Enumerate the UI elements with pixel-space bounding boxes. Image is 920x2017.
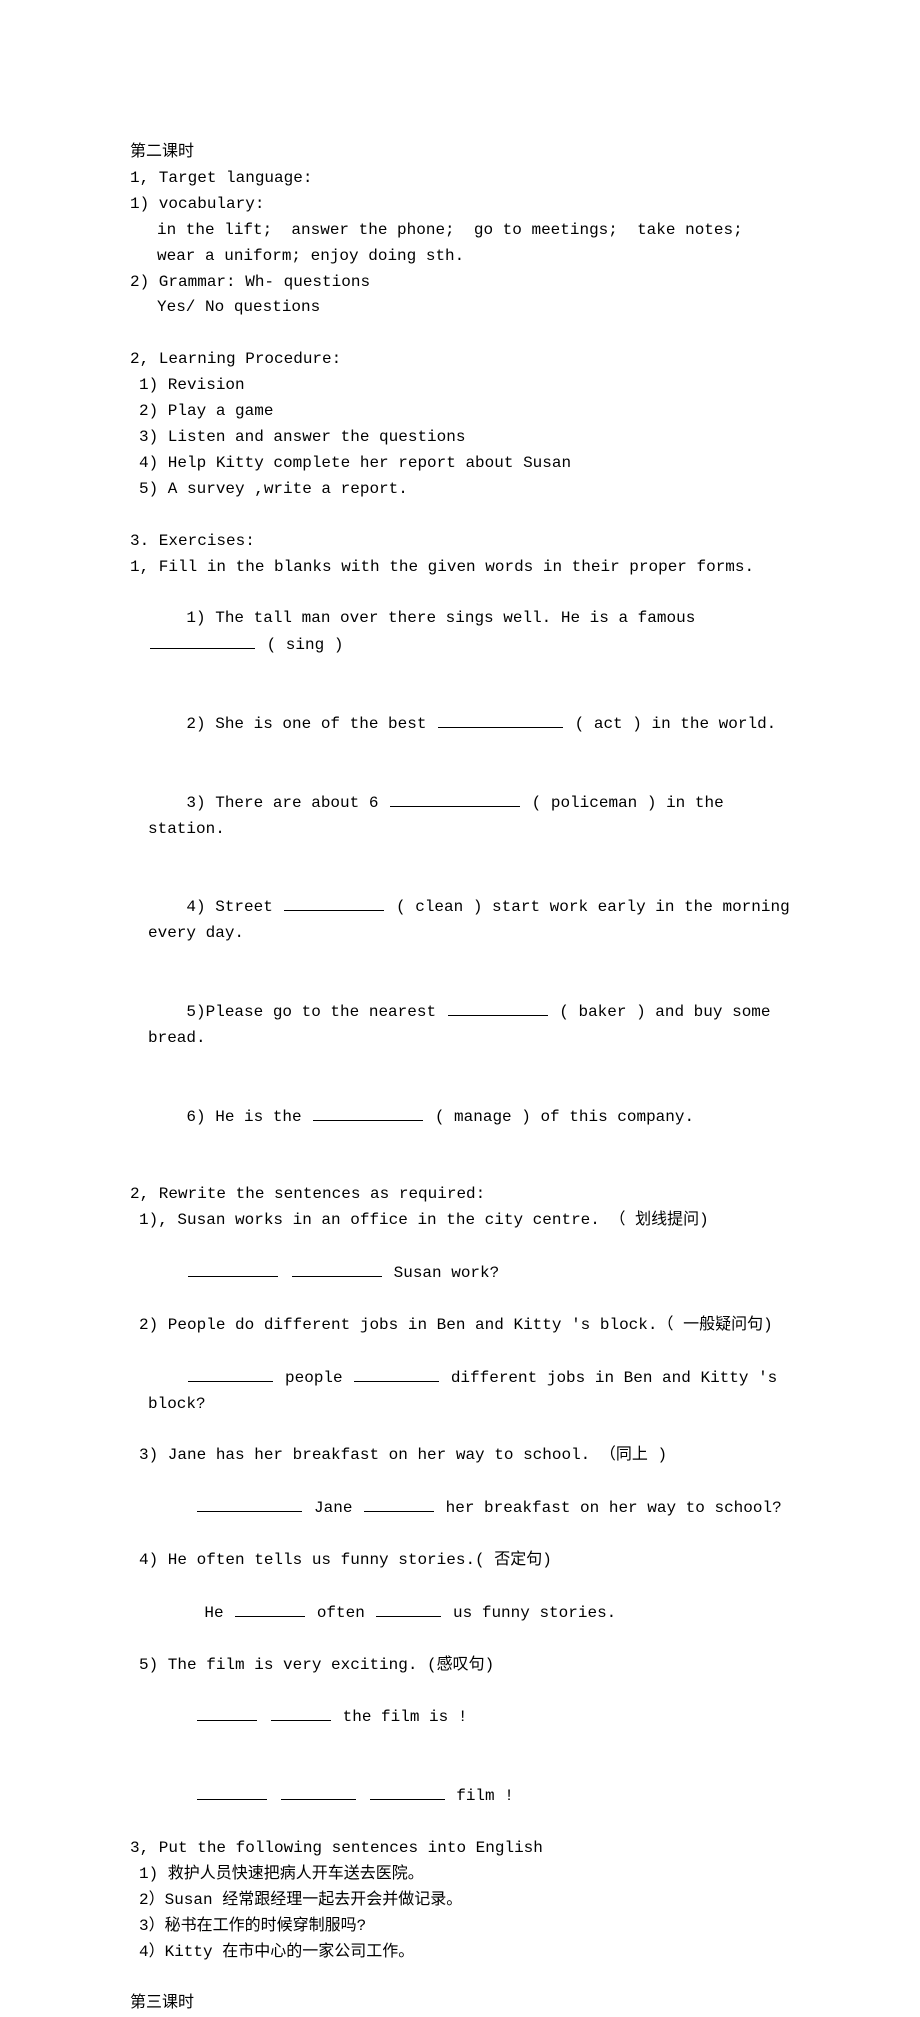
blank-input[interactable] <box>188 1365 273 1382</box>
translate-q4: 4）Kitty 在市中心的一家公司工作。 <box>130 1940 790 1966</box>
fill-q1: 1) The tall man over there sings well. H… <box>130 580 790 685</box>
fill-q4: 4) Street ( clean ) start work early in … <box>130 868 790 973</box>
rewrite-q3-ans: Jane her breakfast on her way to school? <box>130 1469 790 1548</box>
blank-input[interactable] <box>438 711 563 728</box>
r4a-text: He <box>204 1604 233 1622</box>
part2-heading: 2, Rewrite the sentences as required: <box>130 1182 790 1208</box>
q5-text-a: 5)Please go to the nearest <box>186 1003 445 1021</box>
blank-line <box>130 1156 790 1182</box>
q3-text-a: 3) There are about 6 <box>186 794 388 812</box>
rewrite-q4-ans: He often us funny stories. <box>130 1574 790 1653</box>
proc-item-5: 5) A survey ,write a report. <box>130 477 790 503</box>
r4c-text: us funny stories. <box>443 1604 616 1622</box>
r3a-text: Jane <box>304 1499 362 1517</box>
blank-line <box>130 1965 790 1991</box>
r5a-text: the film is ! <box>333 1708 467 1726</box>
part1-heading: 1, Fill in the blanks with the given wor… <box>130 555 790 581</box>
lesson2-title: 第二课时 <box>130 140 790 166</box>
blank-input[interactable] <box>150 632 255 649</box>
translate-q1: 1) 救护人员快速把病人开车送去医院。 <box>130 1862 790 1888</box>
r5b-text: film ! <box>447 1787 514 1805</box>
fill-q2: 2) She is one of the best ( act ) in the… <box>130 685 790 764</box>
q6-text-a: 6) He is the <box>186 1108 311 1126</box>
proc-item-3: 3) Listen and answer the questions <box>130 425 790 451</box>
section1-heading: 1, Target language: <box>130 166 790 192</box>
q2-text-b: ( act ) in the world. <box>565 715 776 733</box>
blank-input[interactable] <box>390 790 520 807</box>
r2a-text: people <box>275 1369 352 1387</box>
blank-input[interactable] <box>197 1704 257 1721</box>
grammar-line2: Yes/ No questions <box>130 295 790 321</box>
rewrite-q3: 3) Jane has her breakfast on her way to … <box>130 1443 790 1469</box>
blank-input[interactable] <box>271 1704 331 1721</box>
blank-input[interactable] <box>376 1600 441 1617</box>
rewrite-q5-ans1: the film is ! <box>130 1678 790 1757</box>
blank-input[interactable] <box>354 1365 439 1382</box>
vocab-label: 1) vocabulary: <box>130 192 790 218</box>
q1-text-a: 1) The tall man over there sings well. H… <box>186 609 704 627</box>
q4-text-a: 4) Street <box>186 898 282 916</box>
vocab-line2: wear a uniform; enjoy doing sth. <box>130 244 790 270</box>
fill-q6: 6) He is the ( manage ) of this company. <box>130 1078 790 1157</box>
blank-input[interactable] <box>281 1783 356 1800</box>
blank-input[interactable] <box>448 999 548 1016</box>
r3b-text: her breakfast on her way to school? <box>436 1499 782 1517</box>
r4b-text: often <box>307 1604 374 1622</box>
rewrite-q2: 2) People do different jobs in Ben and K… <box>130 1313 790 1339</box>
blank-input[interactable] <box>284 894 384 911</box>
section2-heading: 2, Learning Procedure: <box>130 347 790 373</box>
grammar-label: 2) Grammar: Wh- questions <box>130 270 790 296</box>
vocab-line1: in the lift; answer the phone; go to mee… <box>130 218 790 244</box>
q1-text-b: ( sing ) <box>257 636 343 654</box>
r1b-text: Susan work? <box>384 1264 499 1282</box>
blank-input[interactable] <box>188 1260 278 1277</box>
section3-heading: 3. Exercises: <box>130 529 790 555</box>
blank-input[interactable] <box>235 1600 305 1617</box>
blank-input[interactable] <box>313 1104 423 1121</box>
q6-text-b: ( manage ) of this company. <box>425 1108 694 1126</box>
proc-item-1: 1) Revision <box>130 373 790 399</box>
fill-q3: 3) There are about 6 ( policeman ) in th… <box>130 764 790 869</box>
rewrite-q1: 1), Susan works in an office in the city… <box>130 1208 790 1234</box>
blank-input[interactable] <box>197 1495 302 1512</box>
rewrite-q5-ans2: film ! <box>130 1757 790 1836</box>
blank-line <box>130 503 790 529</box>
rewrite-q1-ans: Susan work? <box>130 1234 790 1313</box>
translate-q2: 2）Susan 经常跟经理一起去开会并做记录。 <box>130 1888 790 1914</box>
fill-q5: 5)Please go to the nearest ( baker ) and… <box>130 973 790 1078</box>
blank-input[interactable] <box>370 1783 445 1800</box>
q2-text-a: 2) She is one of the best <box>186 715 436 733</box>
proc-item-4: 4) Help Kitty complete her report about … <box>130 451 790 477</box>
blank-input[interactable] <box>364 1495 434 1512</box>
part3-heading: 3, Put the following sentences into Engl… <box>130 1836 790 1862</box>
rewrite-q2-ans: people different jobs in Ben and Kitty '… <box>130 1339 790 1444</box>
page-container: 第二课时 1, Target language: 1) vocabulary: … <box>0 0 920 2017</box>
rewrite-q5: 5) The film is very exciting. (感叹句) <box>130 1653 790 1679</box>
rewrite-q4: 4) He often tells us funny stories.( 否定句… <box>130 1548 790 1574</box>
proc-item-2: 2) Play a game <box>130 399 790 425</box>
lesson3-title: 第三课时 <box>130 1991 790 2017</box>
blank-input[interactable] <box>197 1783 267 1800</box>
blank-line <box>130 321 790 347</box>
blank-input[interactable] <box>292 1260 382 1277</box>
translate-q3: 3）秘书在工作的时候穿制服吗? <box>130 1914 790 1940</box>
